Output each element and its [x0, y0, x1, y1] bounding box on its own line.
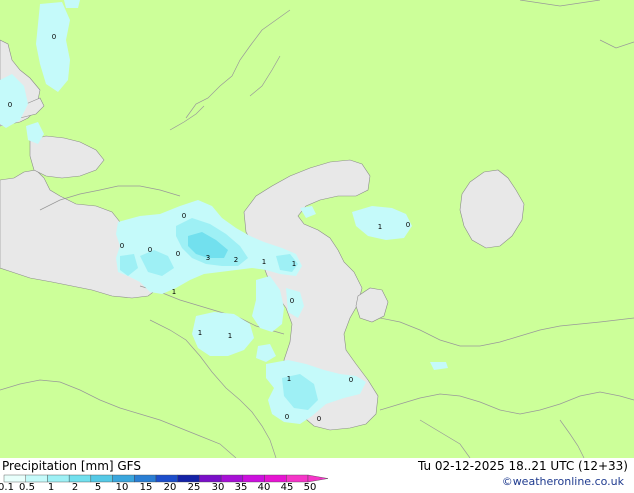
legend-swatch: [68, 474, 92, 483]
legend-tick-label: 35: [234, 482, 248, 493]
point-value: 0: [148, 246, 152, 254]
legend-swatch: [242, 474, 265, 483]
legend-swatch: [90, 474, 113, 483]
point-value: 1: [378, 223, 382, 231]
point-value: 0: [120, 242, 124, 250]
point-value: 1: [292, 260, 296, 268]
legend-swatch: [25, 474, 48, 483]
legend-tick-label: 1: [47, 482, 55, 493]
point-value: 1: [287, 375, 291, 383]
legend-overflow-arrow: [307, 474, 329, 483]
valid-time: Tu 02-12-2025 18..21 UTC (12+33): [417, 459, 628, 473]
legend-tick-label: 0.1: [0, 482, 14, 493]
legend-tick-label: 45: [280, 482, 294, 493]
point-value: 0: [8, 101, 12, 109]
point-value: 0: [317, 415, 321, 423]
point-value: 0: [285, 413, 289, 421]
legend-tick-label: 15: [139, 482, 153, 493]
legend-swatch: [155, 474, 178, 483]
point-value: 1: [198, 329, 202, 337]
point-value: 0: [349, 376, 353, 384]
map-title: Precipitation [mm] GFS: [2, 459, 141, 473]
point-value: 1: [228, 332, 232, 340]
point-value: 3: [206, 254, 210, 262]
point-value: 0: [176, 250, 180, 258]
point-value: 0: [52, 33, 56, 41]
legend-swatch: [199, 474, 222, 483]
legend-swatch: [177, 474, 200, 483]
legend-tick-label: 0.5: [19, 482, 35, 493]
point-value: 0: [290, 297, 294, 305]
legend-tick-label: 40: [257, 482, 271, 493]
precipitation-map: 0 0 0 0 0 3 2 1 1 1 0 1 0 0 1 1 0 0 0 1: [0, 0, 634, 458]
map-footer: Precipitation [mm] GFS Tu 02-12-2025 18.…: [0, 458, 634, 493]
legend-tick-label: 2: [71, 482, 79, 493]
legend-swatch: [220, 474, 244, 483]
legend-swatch: [134, 474, 157, 483]
legend-swatch: [264, 474, 287, 483]
point-value: 0: [406, 221, 410, 229]
credit-link[interactable]: ©weatheronline.co.uk: [502, 475, 624, 488]
point-value: 0: [182, 212, 186, 220]
legend-tick-label: 10: [115, 482, 129, 493]
legend-tick-label: 50: [303, 482, 317, 493]
point-value: 1: [172, 288, 176, 296]
legend-tick-label: 20: [163, 482, 177, 493]
legend-tick-label: 25: [187, 482, 201, 493]
legend-swatch: [286, 474, 309, 483]
legend-tick-label: 5: [94, 482, 102, 493]
point-value: 1: [262, 258, 266, 266]
point-value: 2: [234, 256, 238, 264]
legend-swatch: [3, 474, 26, 483]
legend-swatch: [47, 474, 70, 483]
legend-tick-label: 30: [211, 482, 225, 493]
legend-swatch: [112, 474, 135, 483]
